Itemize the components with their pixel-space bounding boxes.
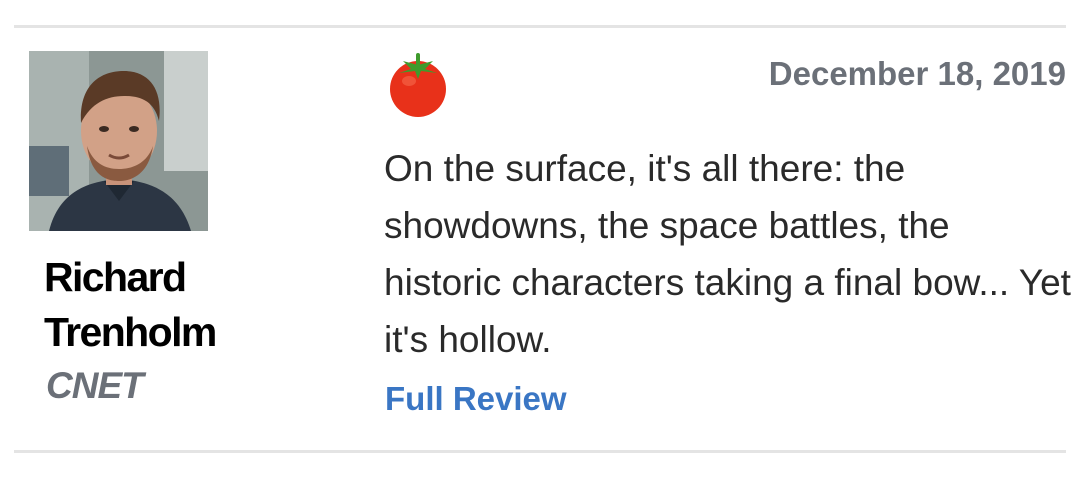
review-quote: On the surface, it's all there: the show… <box>384 148 1071 360</box>
top-divider <box>14 25 1066 28</box>
critic-name[interactable]: Richard Trenholm <box>44 250 344 360</box>
bottom-divider <box>14 450 1066 453</box>
critic-publication[interactable]: CNET <box>46 365 144 407</box>
full-review-link[interactable]: Full Review <box>385 380 567 418</box>
fresh-tomato-icon <box>385 51 451 117</box>
critic-avatar[interactable] <box>29 51 208 231</box>
review-date: December 18, 2019 <box>768 55 1066 92</box>
critic-photo <box>29 51 208 231</box>
